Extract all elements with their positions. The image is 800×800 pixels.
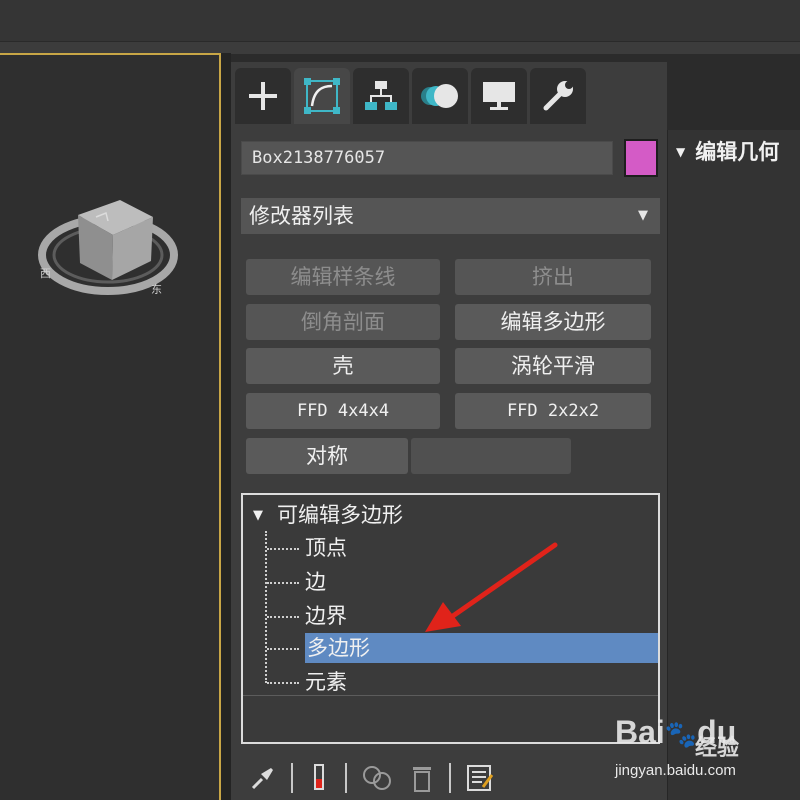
viewcube-icon[interactable]: 西 东 — [38, 165, 178, 305]
modifier-button-ffd-2x2x2[interactable]: FFD 2x2x2 — [455, 393, 651, 429]
utilities-tab[interactable] — [530, 68, 586, 124]
stack-item-label: 边界 — [305, 604, 347, 628]
motion-tab[interactable] — [412, 68, 468, 124]
dropdown-arrow-icon: ▼ — [638, 208, 648, 223]
configure-modifier-sets-icon[interactable] — [465, 763, 495, 793]
make-unique-icon[interactable] — [361, 763, 395, 793]
modify-curve-icon — [304, 78, 340, 114]
modify-tab[interactable] — [294, 68, 350, 124]
svg-text:西: 西 — [40, 267, 51, 280]
hierarchy-tab[interactable] — [353, 68, 409, 124]
rollout-panel — [667, 130, 800, 800]
stack-root-label: 可编辑多边形 — [277, 503, 403, 527]
modifier-button-bevel-profile[interactable]: 倒角剖面 — [246, 304, 440, 340]
wrench-icon — [543, 81, 573, 111]
modifier-button-symmetry[interactable]: 对称 — [246, 438, 408, 474]
modifier-button-edit-poly[interactable]: 编辑多边形 — [455, 304, 651, 340]
watermark-url: jingyan.baidu.com — [615, 762, 736, 779]
trash-icon[interactable] — [409, 763, 435, 793]
motion-icon — [421, 84, 458, 108]
stack-divider — [243, 695, 658, 696]
monitor-icon — [483, 82, 515, 110]
pin-stack-icon[interactable] — [249, 764, 277, 792]
hierarchy-icon — [365, 81, 397, 110]
show-end-result-icon[interactable] — [307, 763, 331, 793]
object-name-field[interactable]: Box2138776057 — [241, 141, 613, 175]
stack-item-label: 顶点 — [305, 536, 347, 560]
stack-item-edge[interactable]: 边 — [267, 567, 326, 597]
stack-item-label: 边 — [305, 570, 326, 594]
stack-item-element[interactable]: 元素 — [267, 667, 347, 697]
modifier-button-shell[interactable]: 壳 — [246, 348, 440, 384]
baidu-watermark: Bai🐾du 经验 jingyan.baidu.com — [615, 708, 795, 793]
stack-toolbar — [231, 756, 667, 800]
plus-icon — [249, 82, 277, 110]
modifier-button-edit-spline[interactable]: 编辑样条线 — [246, 259, 440, 295]
stack-item-vertex[interactable]: 顶点 — [267, 533, 347, 563]
object-color-swatch[interactable] — [624, 139, 658, 177]
svg-text:东: 东 — [151, 283, 162, 296]
toolbar-separator — [345, 763, 347, 793]
modifier-button-extrude[interactable]: 挤出 — [455, 259, 651, 295]
rollout-collapse-icon[interactable]: ▼ — [676, 145, 685, 159]
create-tab[interactable] — [235, 68, 291, 124]
annotation-arrow-icon — [425, 542, 558, 632]
watermark-text: 经验 — [695, 736, 740, 761]
viewport-splitter[interactable] — [221, 53, 231, 800]
display-tab[interactable] — [471, 68, 527, 124]
modifier-button-empty[interactable] — [411, 438, 571, 474]
stack-item-border[interactable]: 边界 — [267, 601, 347, 631]
modifier-button-ffd-4x4x4[interactable]: FFD 4x4x4 — [246, 393, 440, 429]
rollout-title-label: 编辑几何 — [695, 140, 780, 164]
stack-item-label: 元素 — [305, 670, 347, 694]
viewport[interactable]: 西 东 — [0, 53, 221, 800]
rollout-edit-geometry-header[interactable]: ▼ 编辑几何 — [676, 136, 779, 166]
toolbar-separator — [291, 763, 293, 793]
stack-root-editable-poly[interactable]: ▼ 可编辑多边形 — [253, 499, 403, 529]
modifier-list-dropdown[interactable]: 修改器列表 ▼ — [241, 198, 660, 234]
modifier-button-turbosmooth[interactable]: 涡轮平滑 — [455, 348, 651, 384]
modifier-list-label: 修改器列表 — [249, 204, 354, 228]
command-panel-tabs — [231, 68, 586, 124]
toolbar-separator — [449, 763, 451, 793]
main-toolbar — [0, 0, 800, 42]
collapse-triangle-icon[interactable]: ▼ — [253, 508, 263, 523]
